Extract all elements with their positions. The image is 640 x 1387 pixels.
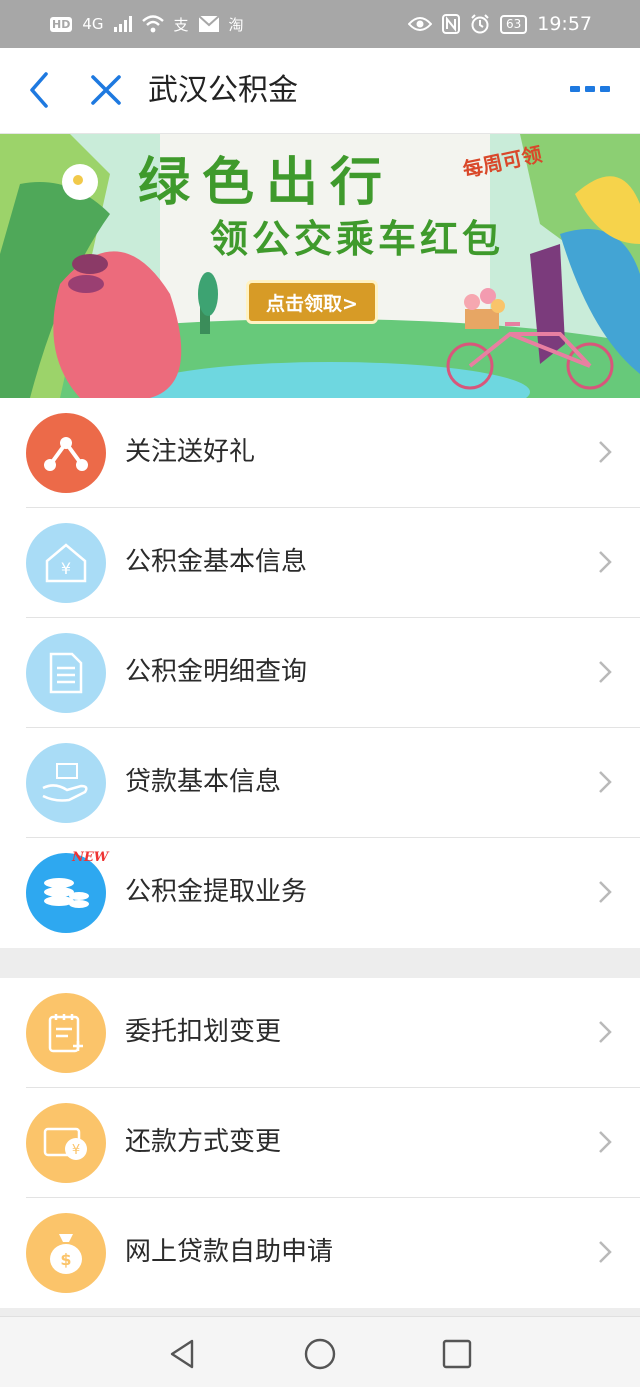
battery-indicator: 63 bbox=[499, 14, 528, 34]
menu-item-fund-withdrawal[interactable]: NEW 公积金提取业务 bbox=[0, 838, 640, 948]
menu-item-label: 还款方式变更 bbox=[125, 1127, 282, 1157]
chevron-right-icon bbox=[599, 881, 612, 903]
nfc-icon bbox=[441, 14, 460, 34]
eye-comfort-icon bbox=[407, 17, 432, 31]
menu-item-follow-gift[interactable]: 关注送好礼 bbox=[0, 398, 640, 508]
svg-text:¥: ¥ bbox=[72, 1143, 80, 1158]
menu-item-fund-detail-query[interactable]: 公积金明细查询 bbox=[0, 618, 640, 728]
hd-indicator: HD bbox=[50, 16, 73, 32]
svg-text:¥: ¥ bbox=[61, 559, 71, 578]
page-title: 武汉公积金 bbox=[148, 73, 298, 108]
status-left: HD 4G 支 淘 bbox=[50, 14, 244, 35]
menu-item-entrusted-deduction-change[interactable]: 委托扣划变更 bbox=[0, 978, 640, 1088]
close-icon[interactable] bbox=[88, 72, 124, 108]
menu-item-fund-basic-info[interactable]: ¥ 公积金基本信息 bbox=[0, 508, 640, 618]
chevron-right-icon bbox=[599, 1131, 612, 1153]
status-time: 19:57 bbox=[537, 13, 592, 35]
system-recent-apps-icon[interactable] bbox=[440, 1337, 474, 1371]
chevron-right-icon bbox=[599, 1021, 612, 1043]
system-home-icon[interactable] bbox=[303, 1337, 337, 1371]
menu-item-online-loan-application[interactable]: $ 网上贷款自助申请 bbox=[0, 1198, 640, 1308]
svg-text:$: $ bbox=[60, 1250, 71, 1269]
menu-item-label: 贷款基本信息 bbox=[125, 767, 282, 797]
network-indicator: 4G bbox=[82, 15, 104, 33]
system-navigation-bar bbox=[0, 1316, 640, 1387]
more-icon[interactable] bbox=[570, 84, 610, 96]
new-badge: NEW bbox=[72, 850, 109, 865]
menu-item-label: 公积金基本信息 bbox=[125, 547, 308, 577]
status-right: 63 19:57 bbox=[407, 13, 592, 35]
menu-item-label: 关注送好礼 bbox=[125, 437, 256, 467]
mail-icon bbox=[198, 16, 219, 32]
alarm-icon bbox=[471, 14, 489, 34]
chevron-right-icon bbox=[599, 1241, 612, 1263]
chevron-right-icon bbox=[599, 551, 612, 573]
menu-item-repayment-method-change[interactable]: ¥ 还款方式变更 bbox=[0, 1088, 640, 1198]
menu-group-loan: 委托扣划变更 ¥ 还款方式变更 $ 网上贷款自助申请 bbox=[0, 978, 640, 1308]
coins-icon bbox=[26, 853, 106, 933]
taobao-notification-icon: 淘 bbox=[228, 15, 244, 34]
menu-item-label: 公积金明细查询 bbox=[125, 657, 308, 687]
document-icon bbox=[26, 633, 106, 713]
chevron-right-icon bbox=[599, 661, 612, 683]
menu-item-loan-basic-info[interactable]: 贷款基本信息 bbox=[0, 728, 640, 838]
hand-money-icon bbox=[26, 743, 106, 823]
house-yen-icon: ¥ bbox=[26, 523, 106, 603]
banner-title-line-1: 绿色出行 bbox=[138, 152, 395, 213]
banner-claim-button[interactable]: 点击领取> bbox=[246, 280, 378, 324]
status-bar: HD 4G 支 淘 63 19:57 bbox=[0, 0, 640, 48]
share-icon bbox=[26, 413, 106, 493]
alipay-notification-icon: 支 bbox=[173, 15, 189, 34]
menu-item-label: 公积金提取业务 bbox=[125, 877, 308, 907]
signal-icon bbox=[113, 16, 132, 32]
chevron-right-icon bbox=[599, 771, 612, 793]
promo-banner[interactable]: 绿色出行 领公交乘车红包 每周可领 点击领取> bbox=[0, 134, 640, 398]
system-back-icon[interactable] bbox=[166, 1337, 200, 1371]
menu-item-label: 网上贷款自助申请 bbox=[125, 1237, 334, 1267]
nav-bar: 武汉公积金 bbox=[0, 48, 640, 134]
money-bag-icon: $ bbox=[26, 1213, 106, 1293]
banner-title-line-2: 领公交乘车红包 bbox=[210, 216, 505, 261]
card-yen-icon: ¥ bbox=[26, 1103, 106, 1183]
notepad-icon bbox=[26, 993, 106, 1073]
wifi-icon bbox=[141, 15, 164, 33]
back-arrow-icon[interactable] bbox=[24, 70, 56, 110]
chevron-right-icon bbox=[599, 441, 612, 463]
menu-item-label: 委托扣划变更 bbox=[125, 1017, 282, 1047]
menu-group-main: 关注送好礼 ¥ 公积金基本信息 公积金明细查询 贷款基本信息 NEW 公积金提取… bbox=[0, 398, 640, 948]
